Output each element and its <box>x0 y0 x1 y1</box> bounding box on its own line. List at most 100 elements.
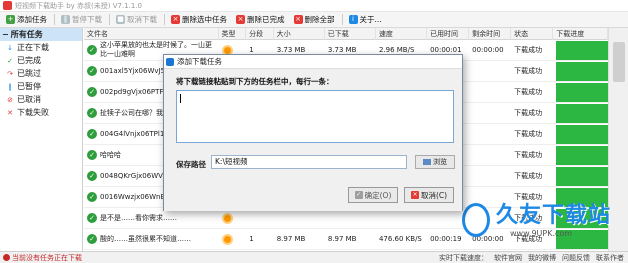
delete-selected-button[interactable]: × 删除选中任务 <box>167 13 231 27</box>
watermark-url: www.9UPK.com <box>510 228 573 238</box>
column-header[interactable]: 已用时间 <box>427 28 470 40</box>
site-watermark: 久友下载站 www.9UPK.com <box>462 191 628 249</box>
segment-count: 1 <box>249 235 254 243</box>
about-button[interactable]: i 关于... <box>345 13 386 27</box>
url-prompt-label: 将下载链接粘贴到下方的任务栏中，每行一条： <box>176 77 334 86</box>
close-icon: × <box>410 191 419 199</box>
status-links: 实时下载速度： 软件官网 我的微博 问题反馈 联系作者 <box>439 253 624 263</box>
feedback-link[interactable]: 问题反馈 <box>562 253 590 263</box>
video-type-icon <box>221 233 233 245</box>
column-header[interactable]: 状态 <box>511 28 554 40</box>
task-status: 下载成功 <box>514 151 543 159</box>
cancel-download-button[interactable]: ■ 取消下载 <box>112 13 161 27</box>
success-check-icon: ✓ <box>87 192 97 202</box>
sidebar-item-completed[interactable]: ✓ 已完成 <box>0 54 82 67</box>
dialog-body: 将下载链接粘贴到下方的任务栏中，每行一条： 保存路径 K:\短视频 浏览 ✓ 确定… <box>164 68 462 211</box>
add-task-button[interactable]: + 添加任务 <box>2 13 51 27</box>
progress-bar <box>556 82 608 102</box>
scrollbar-thumb[interactable] <box>613 42 625 82</box>
task-status: 下载成功 <box>514 130 543 138</box>
collapse-icon[interactable]: − <box>2 30 9 39</box>
task-status: 下载成功 <box>514 46 543 54</box>
success-check-icon: ✓ <box>87 108 97 118</box>
remaining-time <box>469 82 511 103</box>
sidebar-item-cancelled[interactable]: ⊘ 已取消 <box>0 93 82 106</box>
remaining-time <box>469 145 511 166</box>
video-type-icon <box>221 212 233 224</box>
add-task-dialog: 添加下载任务 将下载链接粘贴到下方的任务栏中，每行一条： 保存路径 K:\短视频… <box>163 54 463 211</box>
status-bar: 当前没有任务正在下载 实时下载速度： 软件官网 我的微博 问题反馈 联系作者 <box>0 251 628 263</box>
success-check-icon: ✓ <box>87 213 97 223</box>
cancel-button[interactable]: × 取消(C) <box>404 187 454 203</box>
column-header[interactable]: 类型 <box>219 28 247 40</box>
official-site-link[interactable]: 软件官网 <box>494 253 522 263</box>
file-size: 8.97 MB <box>276 235 306 243</box>
remaining-time <box>469 166 511 187</box>
app-icon <box>3 1 12 10</box>
success-check-icon: ✓ <box>87 171 97 181</box>
column-header[interactable]: 速度 <box>376 28 428 40</box>
title-bar: 短视频下载助手 by 赤叔(未授) V7.1.1.0 <box>0 0 628 12</box>
progress-bar <box>556 145 608 165</box>
file-name: 是不是……看你需求…… <box>100 213 177 222</box>
sidebar-item-skipped[interactable]: ↷ 已跳过 <box>0 67 82 80</box>
task-status: 下载成功 <box>514 109 543 117</box>
skip-icon: ↷ <box>7 69 13 78</box>
toolbar: + 添加任务 ‖ 暂停下载 ■ 取消下载 × 删除选中任务 × 删除已完成 × 删除全部 i… <box>0 12 628 28</box>
check-icon: ✓ <box>7 56 13 65</box>
sidebar: − 所有任务 ↓ 正在下载 ✓ 已完成 ↷ 已跳过 ‖ 已暂停 ⊘ 已取消 ✕ 下载失败 <box>0 28 83 251</box>
file-name: 酸的……虽然很累不知道…… <box>100 234 191 243</box>
browse-button[interactable]: 浏览 <box>415 155 455 169</box>
task-status: 下载成功 <box>514 67 543 75</box>
success-check-icon: ✓ <box>87 234 97 244</box>
dialog-app-icon <box>166 57 174 66</box>
folder-icon <box>423 159 431 165</box>
status-dot-icon <box>3 254 10 261</box>
file-name: 扯犊子公司在哪？我要 <box>100 108 170 117</box>
sidebar-item-failed[interactable]: ✕ 下载失败 <box>0 106 82 119</box>
fail-icon: ✕ <box>7 108 13 117</box>
save-path-input[interactable]: K:\短视频 <box>211 155 407 169</box>
check-icon: ✓ <box>354 191 363 199</box>
toolbar-separator <box>164 14 165 25</box>
remaining-time: 00:00:00 <box>472 46 504 54</box>
table-header: 文件名 类型 分段 大小 已下载 速度 已用时间 剩余时间 状态 下载进度 <box>84 28 608 40</box>
task-status: 下载成功 <box>514 88 543 96</box>
column-header[interactable]: 分段 <box>246 28 274 40</box>
window-title: 短视频下载助手 by 赤叔(未授) V7.1.1.0 <box>15 1 143 10</box>
column-header[interactable]: 大小 <box>274 28 325 40</box>
success-check-icon: ✓ <box>87 87 97 97</box>
column-header[interactable]: 已下载 <box>325 28 376 40</box>
column-header[interactable]: 剩余时间 <box>469 28 512 40</box>
column-header[interactable]: 文件名 <box>84 28 219 40</box>
sidebar-item-paused[interactable]: ‖ 已暂停 <box>0 80 82 93</box>
text-caret <box>180 94 181 103</box>
toolbar-separator <box>54 14 55 25</box>
remaining-time <box>469 61 511 82</box>
url-textarea[interactable] <box>176 90 454 143</box>
success-check-icon: ✓ <box>87 129 97 139</box>
info-icon: i <box>348 15 358 24</box>
watermark-logo-icon <box>462 203 490 237</box>
ok-button[interactable]: ✓ 确定(O) <box>348 187 398 203</box>
dialog-title-bar: 添加下载任务 <box>164 55 462 68</box>
pause-icon: ‖ <box>61 15 70 24</box>
toolbar-separator <box>109 14 110 25</box>
speed-label: 实时下载速度： <box>439 254 488 262</box>
progress-bar <box>556 61 608 81</box>
contact-author-link[interactable]: 联系作者 <box>596 253 624 263</box>
success-check-icon: ✓ <box>87 150 97 160</box>
pause-download-button[interactable]: ‖ 暂停下载 <box>57 13 106 27</box>
watermark-text: 久友下载站 <box>496 202 612 228</box>
sidebar-item-downloading[interactable]: ↓ 正在下载 <box>0 41 82 54</box>
delete-all-button[interactable]: × 删除全部 <box>290 13 339 27</box>
downloaded-size: 8.97 MB <box>327 235 357 243</box>
toolbar-separator <box>341 14 343 25</box>
delete-completed-button[interactable]: × 删除已完成 <box>232 13 289 27</box>
success-check-icon: ✓ <box>87 45 97 55</box>
progress-bar <box>556 166 608 186</box>
sidebar-item-all-tasks[interactable]: − 所有任务 <box>0 28 82 41</box>
column-header[interactable]: 下载进度 <box>553 28 608 40</box>
remaining-time <box>469 103 511 124</box>
weibo-link[interactable]: 我的微博 <box>528 253 556 263</box>
